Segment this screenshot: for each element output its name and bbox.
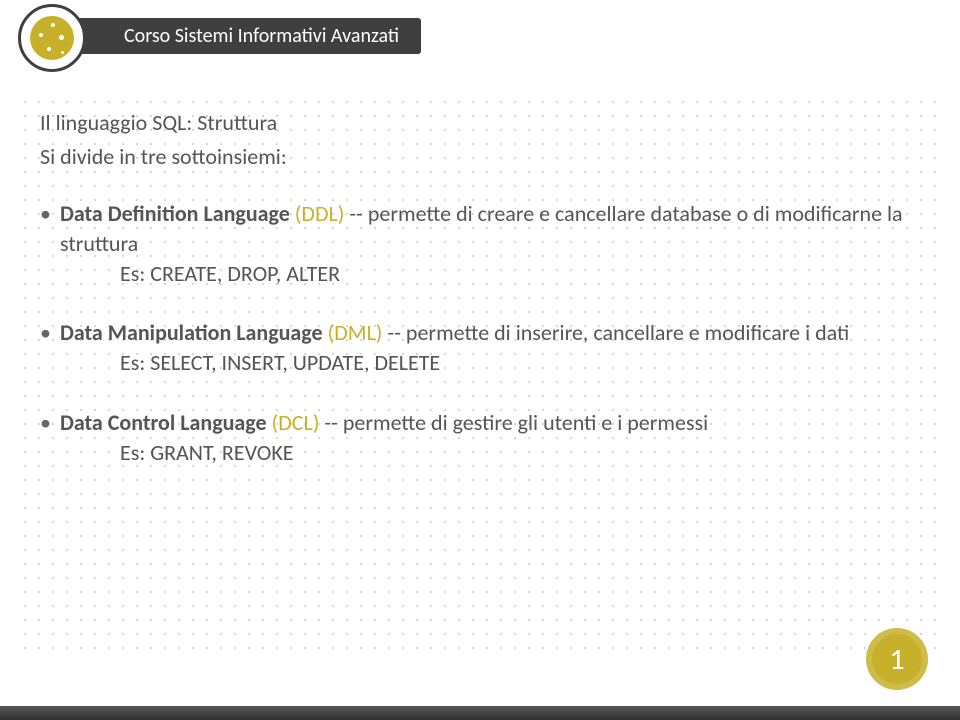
page-number: 1 [889, 641, 904, 678]
footer-bar [0, 706, 960, 720]
item-acronym: (DDL) [295, 200, 345, 227]
page-number-badge: 1 [866, 628, 928, 690]
logo-circle [18, 4, 86, 72]
item-acronym: (DCL) [272, 409, 320, 436]
course-header: Corso Sistemi Informativi Avanzati [60, 18, 421, 54]
bullet-item: Data Manipulation Language (DML) -- perm… [40, 318, 920, 377]
item-acronym: (DML) [328, 319, 383, 346]
item-example: Es: GRANT, REVOKE [60, 438, 920, 468]
item-name: Data Definition Language [60, 200, 290, 227]
bullet-item: Data Control Language (DCL) -- permette … [40, 408, 920, 467]
bullet-item: Data Definition Language (DDL) -- permet… [40, 199, 920, 288]
item-name: Data Control Language [60, 409, 267, 436]
slide-title: Il linguaggio SQL: Struttura [40, 108, 920, 138]
item-name: Data Manipulation Language [60, 319, 323, 346]
slide-body: Il linguaggio SQL: Struttura Si divide i… [40, 108, 920, 497]
item-desc: -- permette di inserire, cancellare e mo… [382, 319, 849, 346]
item-example: Es: CREATE, DROP, ALTER [60, 259, 920, 289]
item-example: Es: SELECT, INSERT, UPDATE, DELETE [60, 348, 920, 378]
course-title: Corso Sistemi Informativi Avanzati [124, 24, 399, 48]
item-desc: -- permette di gestire gli utenti e i pe… [319, 409, 708, 436]
slide-subtitle: Si divide in tre sottoinsiemi: [40, 142, 920, 172]
